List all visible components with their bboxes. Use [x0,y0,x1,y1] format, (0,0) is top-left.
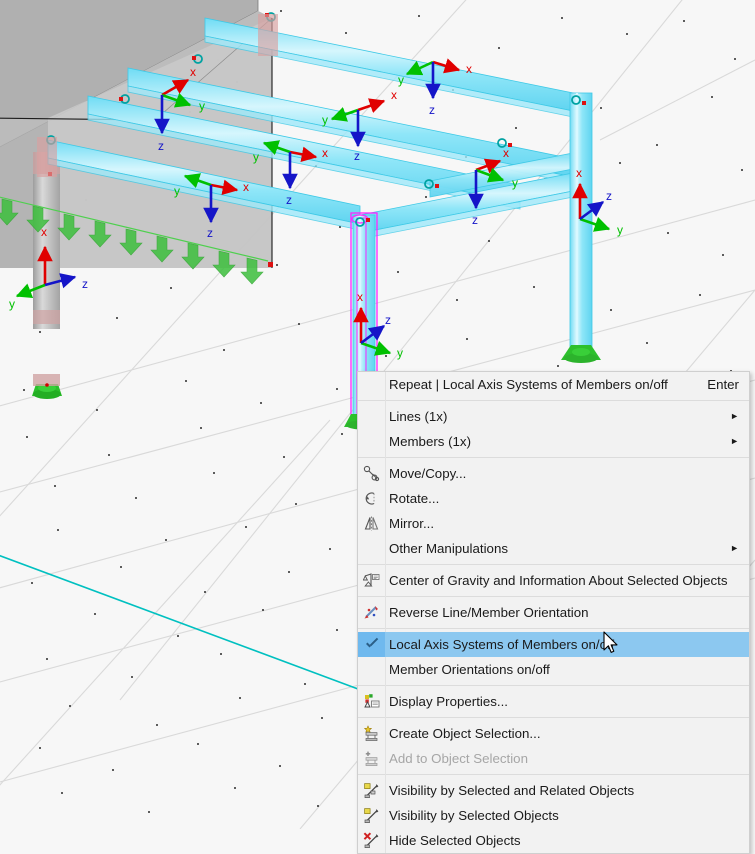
menu-item-reverse-orientation[interactable]: Reverse Line/Member Orientation [358,600,749,625]
svg-text:z: z [158,139,164,153]
submenu-arrow-icon: ► [730,543,739,553]
submenu-arrow-icon: ► [730,411,739,421]
svg-text:z: z [286,193,292,207]
menu-separator-2 [358,457,749,458]
svg-text:z: z [354,149,360,163]
menu-item-members-label: Members (1x) [389,434,472,449]
center-of-gravity-icon [358,568,385,593]
menu-item-visibility-selected[interactable]: Visibility by Selected Objects [358,803,749,828]
svg-text:x: x [391,88,397,102]
menu-item-center-of-gravity-label: Center of Gravity and Information About … [389,573,728,588]
lines-icon-slot [358,404,385,429]
svg-text:y: y [512,176,518,190]
svg-text:z: z [472,213,478,227]
menu-item-center-of-gravity[interactable]: Center of Gravity and Information About … [358,568,749,593]
mirror-icon [358,511,385,536]
svg-text:x: x [41,225,47,239]
menu-item-repeat[interactable]: Repeat | Local Axis Systems of Members o… [358,372,749,397]
column-gray-left [33,152,60,329]
svg-text:y: y [9,297,15,311]
repeat-icon-slot [358,372,385,397]
menu-item-move-copy-label: Move/Copy... [389,466,467,481]
svg-text:x: x [190,65,196,79]
menu-item-mirror[interactable]: Mirror... [358,511,749,536]
svg-text:y: y [174,184,180,198]
menu-item-repeat-accel: Enter [707,377,739,392]
menu-item-visibility-selected-label: Visibility by Selected Objects [389,808,559,823]
menu-item-lines-label: Lines (1x) [389,409,448,424]
menu-separator-6 [358,685,749,686]
menu-item-members[interactable]: Members (1x) ► [358,429,749,454]
menu-item-visibility-selected-related[interactable]: Visibility by Selected and Related Objec… [358,778,749,803]
move-copy-icon [358,461,385,486]
menu-item-repeat-label: Repeat | Local Axis Systems of Members o… [389,377,668,392]
menu-item-rotate[interactable]: Rotate... [358,486,749,511]
svg-text:z: z [385,313,391,327]
support-column-right [561,345,601,363]
menu-item-reverse-orientation-label: Reverse Line/Member Orientation [389,605,589,620]
create-object-selection-icon [358,721,385,746]
svg-text:z: z [429,103,435,117]
menu-item-mirror-label: Mirror... [389,516,435,531]
svg-text:x: x [466,62,472,76]
menu-item-hide-selected[interactable]: Hide Selected Objects [358,828,749,853]
display-properties-icon [358,689,385,714]
menu-item-display-properties-label: Display Properties... [389,694,508,709]
svg-text:z: z [606,189,612,203]
svg-text:y: y [253,150,259,164]
menu-item-rotate-label: Rotate... [389,491,440,506]
menu-item-create-object-selection-label: Create Object Selection... [389,726,541,741]
member-context-menu[interactable]: Repeat | Local Axis Systems of Members o… [357,371,750,854]
svg-text:x: x [503,146,509,160]
menu-item-move-copy[interactable]: Move/Copy... [358,461,749,486]
menu-item-display-properties[interactable]: Display Properties... [358,689,749,714]
member-orientations-icon-slot [358,657,385,682]
menu-item-other-manipulations[interactable]: Other Manipulations ► [358,536,749,561]
menu-separator-8 [358,774,749,775]
menu-item-other-manipulations-label: Other Manipulations [389,541,508,556]
svg-text:z: z [207,226,213,240]
rotate-icon [358,486,385,511]
menu-separator-3 [358,564,749,565]
menu-item-member-orientations[interactable]: Member Orientations on/off [358,657,749,682]
svg-text:y: y [398,73,404,87]
menu-item-add-to-object-selection[interactable]: Add to Object Selection [358,746,749,771]
add-to-object-selection-icon [358,746,385,771]
svg-text:x: x [322,146,328,160]
visibility-related-icon [358,778,385,803]
svg-text:y: y [322,113,328,127]
svg-text:x: x [357,290,363,304]
menu-item-lines[interactable]: Lines (1x) ► [358,404,749,429]
svg-text:z: z [82,277,88,291]
menu-item-local-axis-systems-label: Local Axis Systems of Members on/off [389,637,615,652]
menu-item-create-object-selection[interactable]: Create Object Selection... [358,721,749,746]
submenu-arrow-icon: ► [730,436,739,446]
svg-text:x: x [576,166,582,180]
svg-text:y: y [397,346,403,360]
svg-text:y: y [617,223,623,237]
svg-text:y: y [199,99,205,113]
reverse-orientation-icon [358,600,385,625]
hide-selected-icon [358,828,385,853]
other-manipulations-icon-slot [358,536,385,561]
menu-item-visibility-selected-related-label: Visibility by Selected and Related Objec… [389,783,635,798]
members-icon-slot [358,429,385,454]
check-icon [358,632,385,657]
menu-separator-7 [358,717,749,718]
menu-item-member-orientations-label: Member Orientations on/off [389,662,550,677]
menu-separator-4 [358,596,749,597]
visibility-selected-icon [358,803,385,828]
menu-separator-5 [358,628,749,629]
menu-separator-1 [358,400,749,401]
svg-text:x: x [243,180,249,194]
menu-item-hide-selected-label: Hide Selected Objects [389,833,521,848]
menu-item-add-to-object-selection-label: Add to Object Selection [389,751,528,766]
support-column-left [32,374,62,399]
menu-item-local-axis-systems[interactable]: Local Axis Systems of Members on/off [358,632,749,657]
